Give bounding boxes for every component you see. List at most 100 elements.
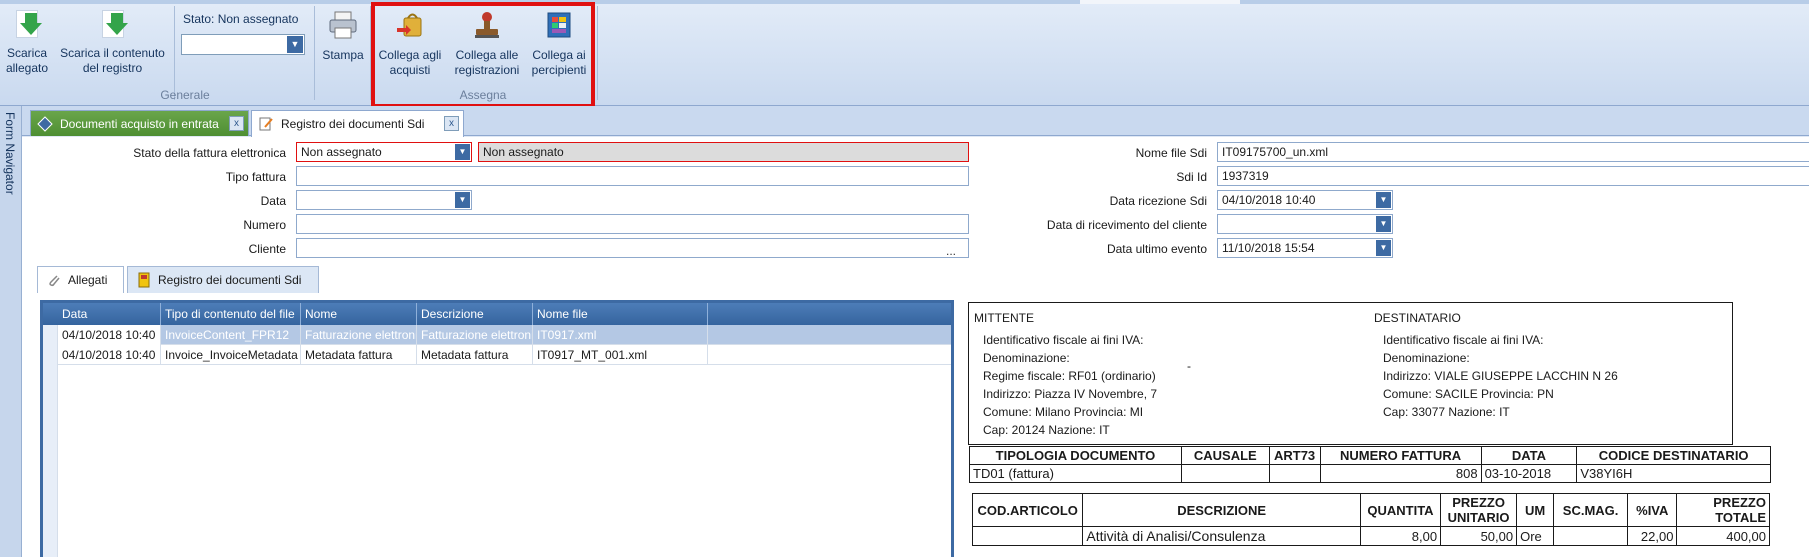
document-icon: [37, 115, 53, 132]
stampa-button[interactable]: Stampa: [318, 8, 368, 63]
row-header-column: [43, 325, 58, 557]
cell-nome-file: IT0917_MT_001.xml: [533, 345, 708, 365]
close-icon[interactable]: x: [229, 116, 244, 131]
data-ricevimento-cliente-field[interactable]: ▼: [1217, 214, 1393, 234]
cell-nome: Metadata fattura: [301, 345, 417, 365]
label-stato-fattura: Stato della fattura elettronica: [133, 146, 286, 160]
cell-tipo-contenuto: InvoiceContent_FPR12: [161, 325, 301, 345]
allegati-grid[interactable]: Data Tipo di contenuto del file Nome Des…: [40, 300, 954, 557]
tab-allegati[interactable]: Allegati: [37, 266, 124, 293]
stato-fattura-combo[interactable]: Non assegnato ▼: [296, 142, 472, 162]
nome-file-sdi-field[interactable]: IT09175700_un.xml: [1217, 142, 1809, 162]
document-tabs: Documenti acquisto in entrata x Registro…: [22, 106, 1809, 137]
destinatario-line: Denominazione:: [1383, 351, 1470, 365]
stato-fattura-value: Non assegnato: [301, 145, 382, 159]
chevron-down-icon[interactable]: ▼: [455, 144, 470, 160]
th-data: DATA: [1480, 446, 1578, 465]
cell-nome: Fatturazione elettronica: [301, 325, 417, 345]
th-descrizione: DESCRIZIONE: [1082, 493, 1361, 527]
col-header-tipo-contenuto[interactable]: Tipo di contenuto del file: [161, 303, 301, 325]
mittente-line: Identificativo fiscale ai fini IVA:: [983, 333, 1144, 347]
th-art73: ART73: [1268, 446, 1321, 465]
sdi-id-field[interactable]: 1937319: [1217, 166, 1809, 186]
th-prezzo-totale: PREZZO TOTALE: [1676, 493, 1770, 527]
label-data-ricevimento-cliente: Data di ricevimento del cliente: [1046, 218, 1207, 232]
col-header-descrizione[interactable]: Descrizione: [417, 303, 533, 325]
group-separator: [597, 6, 598, 100]
mittente-line: Indirizzo: Piazza IV Novembre, 7: [983, 387, 1158, 401]
mittente-title: MITTENTE: [974, 311, 1034, 325]
label-sdi-id: Sdi Id: [1176, 170, 1207, 184]
label-data-ultimo-evento: Data ultimo evento: [1106, 242, 1207, 256]
td-iva: 22,00: [1627, 526, 1678, 546]
destinatario-line: Identificativo fiscale ai fini IVA:: [1383, 333, 1544, 347]
mittente-line: Cap: 20124 Nazione: IT: [983, 423, 1110, 437]
invoice-preview: MITTENTE Identificativo fiscale ai fini …: [967, 300, 1809, 557]
col-header-nome[interactable]: Nome: [301, 303, 417, 325]
th-codice-destinatario: CODICE DESTINATARIO: [1576, 446, 1771, 465]
chevron-down-icon[interactable]: ▼: [1376, 192, 1391, 208]
label-cliente: Cliente: [248, 242, 286, 256]
th-causale: CAUSALE: [1180, 446, 1270, 465]
td-prezzo-totale: 400,00: [1676, 526, 1770, 546]
tab-documenti-acquisto[interactable]: Documenti acquisto in entrata x: [30, 110, 249, 136]
col-header-data[interactable]: Data: [58, 303, 161, 325]
tipo-fattura-field[interactable]: [296, 166, 969, 186]
col-header-nome-file[interactable]: Nome file: [533, 303, 708, 325]
td-um: Ore: [1516, 526, 1555, 546]
group-separator: [174, 6, 175, 100]
tab-label: Registro dei documenti Sdi: [158, 273, 302, 287]
document-info-table: TIPOLOGIA DOCUMENTO CAUSALE ART73 NUMERO…: [969, 446, 1771, 483]
td-sc-mag: [1553, 526, 1629, 546]
tab-label: Documenti acquisto in entrata: [60, 116, 219, 131]
table-row[interactable]: 04/10/2018 10:40 InvoiceContent_FPR12 Fa…: [43, 325, 951, 345]
label-numero: Numero: [243, 218, 286, 232]
stato-combo[interactable]: ▼: [181, 34, 305, 55]
cell-descrizione: Metadata fattura: [417, 345, 533, 365]
printer-icon: [329, 11, 357, 39]
cliente-field[interactable]: [296, 238, 969, 258]
data-ricezione-sdi-field[interactable]: 04/10/2018 10:40 ▼: [1217, 190, 1393, 210]
chevron-down-icon[interactable]: ▼: [1376, 240, 1391, 256]
td-cod-articolo: [971, 526, 1084, 546]
download-icon: [16, 10, 42, 38]
data-field[interactable]: ▼: [296, 190, 472, 210]
tab-registro-documenti-sdi[interactable]: Registro dei documenti Sdi: [127, 266, 319, 293]
cell-descrizione: Fatturazione elettronica: [417, 325, 533, 345]
table-row[interactable]: 04/10/2018 10:40 Invoice_InvoiceMetadata…: [43, 345, 951, 365]
destinatario-line: Comune: SACILE Provincia: PN: [1383, 387, 1554, 401]
invoice-lines-table: COD.ARTICOLO DESCRIZIONE QUANTITA PREZZO…: [971, 493, 1770, 546]
assegna-highlight-box: [371, 2, 595, 108]
mittente-line: Regime fiscale: RF01 (ordinario): [983, 369, 1156, 383]
th-tipologia: TIPOLOGIA DOCUMENTO: [969, 446, 1182, 465]
td-prezzo-unitario: 50,00: [1440, 526, 1518, 546]
th-um: UM: [1516, 493, 1555, 527]
data-ultimo-evento-field[interactable]: 11/10/2018 15:54 ▼: [1217, 238, 1393, 258]
th-numero-fattura: NUMERO FATTURA: [1319, 446, 1482, 465]
th-cod-articolo: COD.ARTICOLO: [971, 493, 1084, 527]
scarica-contenuto-button[interactable]: Scarica il contenuto del registro: [55, 8, 170, 76]
party-box: MITTENTE Identificativo fiscale ai fini …: [968, 302, 1733, 445]
grid-header: Data Tipo di contenuto del file Nome Des…: [43, 303, 951, 325]
th-iva: %IVA: [1627, 493, 1678, 527]
stato-label: Stato: Non assegnato: [183, 12, 299, 26]
tab-label: Allegati: [68, 273, 108, 287]
chevron-down-icon[interactable]: ▼: [1376, 216, 1391, 232]
ribbon-top-strip: [0, 0, 1809, 4]
form-navigator-panel[interactable]: Form Navigator: [0, 106, 22, 557]
data-ricezione-value: 04/10/2018 10:40: [1222, 193, 1316, 207]
numero-field[interactable]: [296, 214, 969, 234]
mittente-line: Denominazione:: [983, 351, 1070, 365]
edit-document-icon: [259, 117, 273, 131]
td-quantita: 8,00: [1359, 526, 1442, 546]
th-prezzo-unitario: PREZZO UNITARIO: [1440, 493, 1518, 527]
scarica-allegato-button[interactable]: Scarica allegato: [2, 8, 52, 76]
label-tipo-fattura: Tipo fattura: [225, 170, 286, 184]
destinatario-title: DESTINATARIO: [1374, 311, 1461, 325]
group-separator: [314, 6, 315, 100]
tab-registro-sdi[interactable]: Registro dei documenti Sdi x: [251, 110, 464, 137]
td-tipologia: TD01 (fattura): [969, 464, 1182, 483]
chevron-down-icon[interactable]: ▼: [287, 36, 303, 53]
close-icon[interactable]: x: [444, 116, 459, 131]
chevron-down-icon[interactable]: ▼: [455, 192, 470, 208]
